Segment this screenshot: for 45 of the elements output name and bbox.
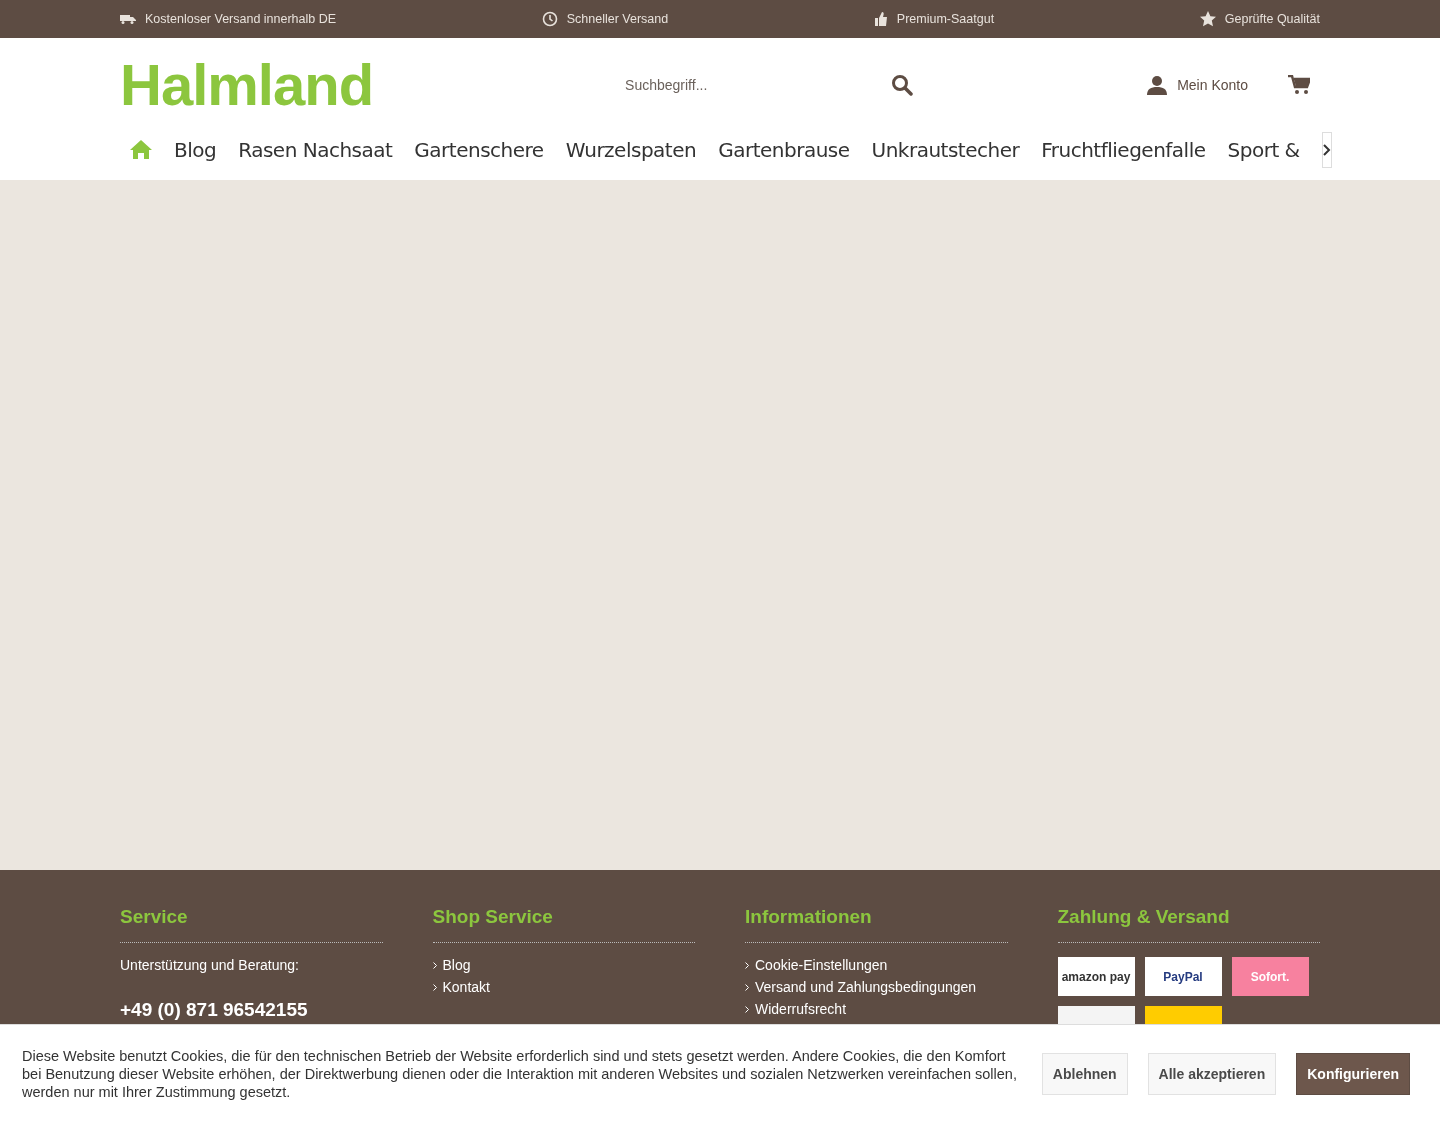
nav-link[interactable]: Unkrautstecher <box>871 138 1020 162</box>
chevron-right-icon <box>432 961 437 969</box>
footer-heading: Shop Service <box>432 906 695 943</box>
chevron-right-icon <box>745 961 749 969</box>
cookie-button[interactable]: Konfigurieren <box>1296 1053 1410 1095</box>
footer-link[interactable]: Widerrufsrecht <box>745 1001 1008 1017</box>
footer-heading: Informationen <box>745 906 1008 943</box>
footer-link[interactable]: Blog <box>432 957 695 973</box>
nav-link[interactable]: Fruchtfliegenfalle <box>1041 138 1206 162</box>
cart-icon[interactable] <box>1288 75 1310 95</box>
footer-link[interactable]: Cookie-Einstellungen <box>745 957 1008 973</box>
thumbs-up-icon <box>873 12 888 26</box>
truck-icon <box>120 14 136 24</box>
footer-link[interactable]: Kontakt <box>432 979 695 995</box>
cookie-button[interactable]: Alle akzeptieren <box>1147 1053 1277 1095</box>
cookie-notice: Diese Website benutzt Cookies, die für den technischen Betrieb der Website erforderlich sind und stets gesetzt werden. Andere Cookies, die den Komfort bei Benutzung dieser Website erhöhen, der Direktwerbung dienen oder die Interaktion mit anderen Websites und sozialen Netzwerken vereinfachen sollen, werden nur mit Ihrer Zustimmung gesetzt. <box>22 1047 1018 1101</box>
search-icon[interactable] <box>891 74 914 96</box>
cookie-button[interactable]: Ablehnen <box>1041 1053 1128 1095</box>
chevron-right-icon <box>432 983 437 991</box>
footer-text: Unterstützung und Beratung: <box>120 957 300 973</box>
chevron-right-icon <box>1322 144 1331 156</box>
footer-link[interactable]: Versand und Zahlungsbedingungen <box>745 979 1008 995</box>
payment-logo: Sofort. <box>1231 957 1309 996</box>
footer-heading: Service <box>120 906 383 943</box>
usp-text: Kostenloser Versand innerhalb DE <box>145 12 337 26</box>
nav-link[interactable]: Gartenschere <box>414 138 544 162</box>
nav-link[interactable]: Blog <box>174 138 217 162</box>
chevron-right-icon <box>745 983 749 991</box>
account-link[interactable]: Mein Konto <box>1147 75 1248 95</box>
usp-text: Premium-Saatgut <box>896 12 995 26</box>
nav-next-button[interactable] <box>1321 132 1332 168</box>
nav-link[interactable]: Gartenbrause <box>718 138 850 162</box>
usp-text: Geprüfte Qualität <box>1224 12 1320 26</box>
footer-heading: Zahlung & Versand <box>1057 906 1320 943</box>
phone-number: +49 (0) 871 96542155 <box>120 999 309 1021</box>
usp-text: Schneller Versand <box>566 12 669 26</box>
nav-link[interactable]: Rasen Nachsaat <box>238 138 393 162</box>
clock-icon <box>541 11 558 27</box>
chevron-right-icon <box>745 1005 749 1013</box>
nav-link[interactable]: Sport & <box>1227 138 1300 162</box>
payment-logo: amazon pay <box>1057 957 1135 996</box>
user-icon <box>1147 75 1168 95</box>
nav-link[interactable]: Wurzelspaten <box>565 138 697 162</box>
payment-logo: PayPal <box>1144 957 1222 996</box>
star-icon <box>1199 11 1216 27</box>
